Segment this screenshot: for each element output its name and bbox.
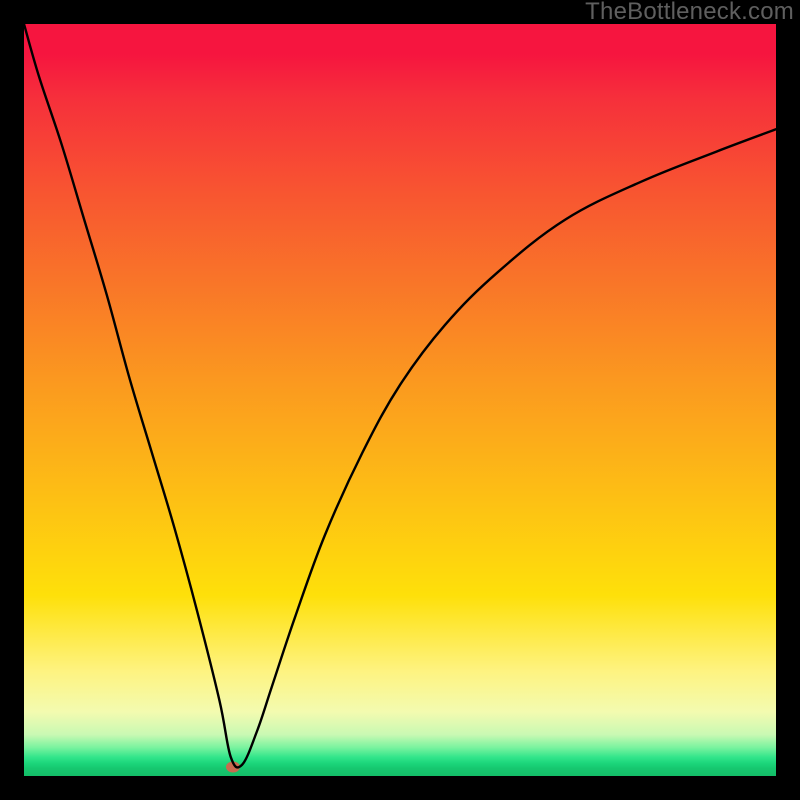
- curve-path: [24, 24, 776, 767]
- watermark-label: TheBottleneck.com: [585, 0, 794, 26]
- chart-frame: TheBottleneck.com: [0, 0, 800, 800]
- plot-area: [24, 24, 776, 776]
- curve-svg: [24, 24, 776, 776]
